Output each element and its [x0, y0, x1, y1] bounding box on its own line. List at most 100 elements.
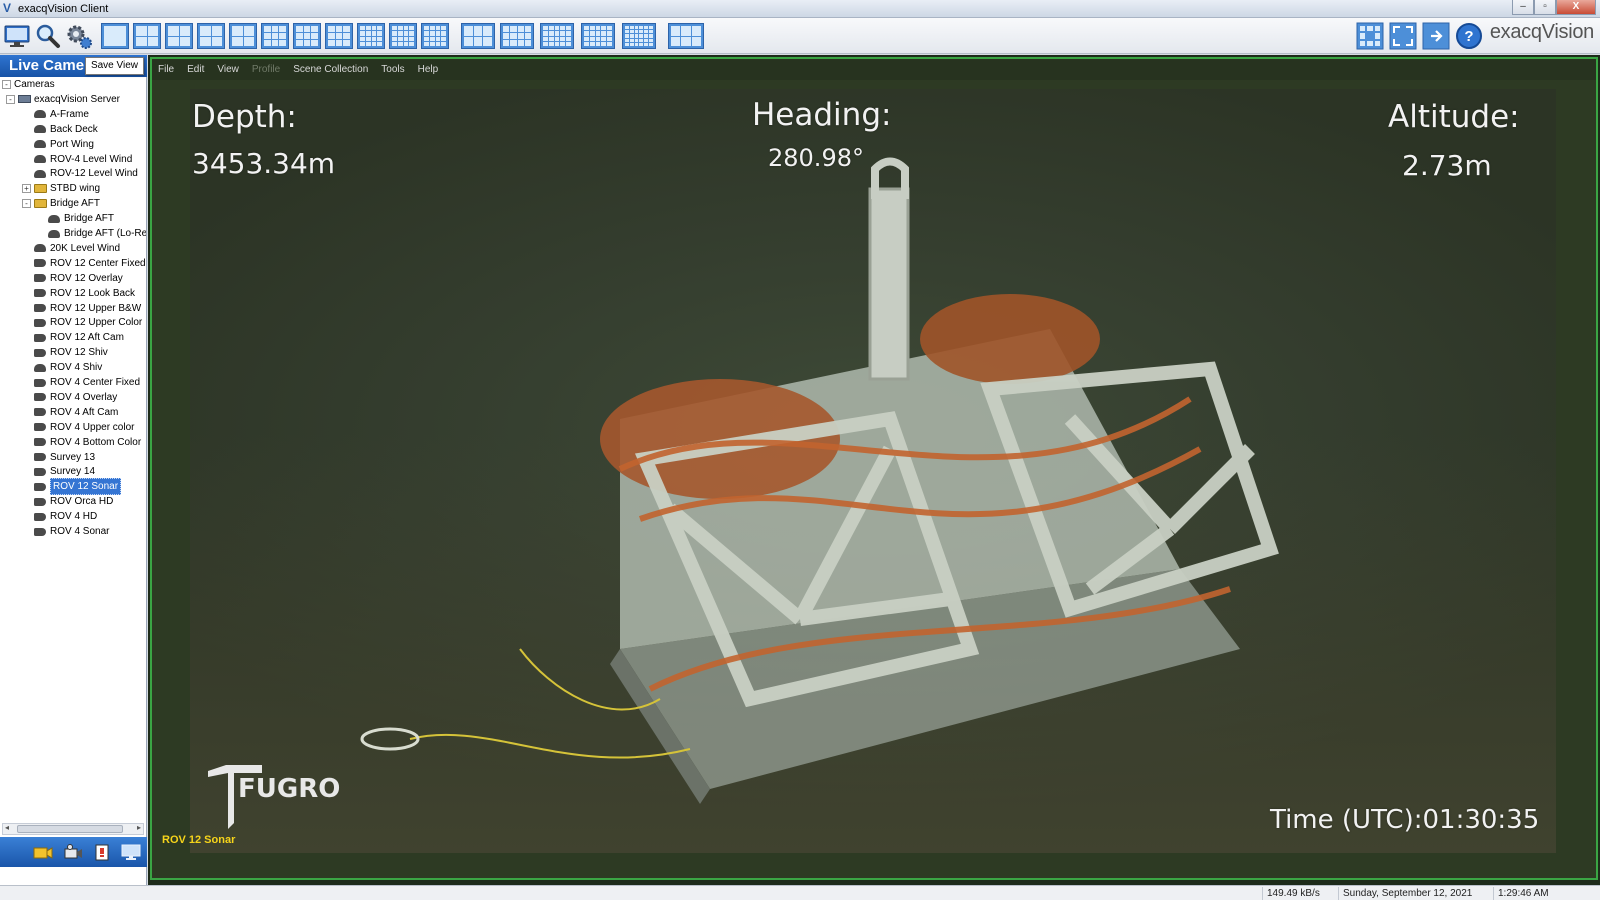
layout-button-17[interactable] [668, 23, 704, 49]
tree-item[interactable]: ROV 4 Bottom Color [22, 435, 141, 450]
video-camera-icon[interactable] [63, 844, 83, 861]
menu-help[interactable]: Help [418, 64, 439, 75]
gear-icon[interactable] [65, 22, 93, 50]
grid-view-icon[interactable] [1356, 22, 1384, 50]
layout-button-5[interactable] [229, 23, 257, 49]
layout-cell [397, 26, 403, 31]
layout-button-10[interactable] [389, 23, 417, 49]
tree-item[interactable]: ROV-4 Level Wind [22, 152, 132, 167]
layout-cell [464, 26, 473, 36]
collapse-icon[interactable]: - [6, 94, 15, 104]
layout-button-6[interactable] [261, 23, 289, 49]
layout-button-7[interactable] [293, 23, 321, 49]
tree-item[interactable]: ROV 4 HD [22, 509, 97, 524]
tree-item-label: ROV-4 Level Wind [50, 153, 133, 165]
tree-item[interactable]: ROV 12 Look Back [22, 286, 135, 301]
save-view-tooltip[interactable]: Save View [85, 57, 144, 75]
menu-tools[interactable]: Tools [381, 64, 404, 75]
scroll-right-icon[interactable]: ▸ [137, 823, 141, 832]
tree-item[interactable]: ROV 4 Center Fixed [22, 375, 140, 390]
tree-item[interactable]: Survey 13 [22, 450, 95, 465]
camera-icon [34, 482, 46, 491]
search-icon[interactable] [34, 22, 62, 50]
help-icon[interactable]: ? [1455, 22, 1483, 50]
tree-item[interactable]: - exacqVision Server [6, 92, 120, 107]
tree-item[interactable]: ROV 4 Shiv [22, 360, 102, 375]
tree-item[interactable]: + STBD wing [22, 181, 100, 196]
layout-cell [200, 36, 211, 46]
tree-item[interactable]: ROV 12 Upper B&W [22, 301, 141, 316]
maximize-button[interactable]: ▫ [1534, 0, 1556, 15]
layout-cell [625, 34, 629, 38]
tree-item[interactable]: Port Wing [22, 137, 94, 152]
layout-cell [543, 31, 548, 36]
tree-item[interactable]: Bridge AFT (Lo-Res) [38, 226, 146, 241]
camera-add-icon[interactable] [33, 844, 53, 861]
collapse-icon[interactable]: - [2, 80, 11, 89]
expand-icon[interactable]: + [22, 184, 31, 194]
scrollbar-thumb[interactable] [17, 825, 123, 833]
layout-button-2[interactable] [133, 23, 161, 49]
camera-icon [34, 333, 46, 342]
tree-item[interactable]: ROV Orca HD [22, 494, 113, 509]
menu-scene-collection[interactable]: Scene Collection [293, 64, 368, 75]
layout-cell [566, 36, 571, 41]
camera-name-label: ROV 12 Sonar [162, 834, 236, 846]
close-button[interactable]: X [1556, 0, 1596, 15]
tree-item[interactable]: ROV 12 Upper Color [22, 315, 142, 330]
horizontal-scrollbar[interactable]: ◂ ▸ [2, 823, 144, 835]
tree-item[interactable]: 20K Level Wind [22, 241, 120, 256]
layout-button-8[interactable] [325, 23, 353, 49]
tree-item-selected[interactable]: ROV 12 Sonar [22, 478, 122, 496]
tree-item[interactable]: A-Frame [22, 107, 89, 122]
layout-button-11[interactable] [421, 23, 449, 49]
layout-button-9[interactable] [357, 23, 385, 49]
layout-button-3[interactable] [165, 23, 193, 49]
tree-item[interactable]: ROV 4 Overlay [22, 390, 117, 405]
layout-button-1[interactable] [101, 23, 129, 49]
layout-button-16[interactable] [622, 23, 656, 49]
tree-item[interactable]: ROV 12 Overlay [22, 271, 123, 286]
dome-camera-icon [34, 244, 46, 253]
layout-cell [335, 40, 343, 46]
tree-item[interactable]: Back Deck [22, 122, 98, 137]
date-status: Sunday, September 12, 2021 [1338, 887, 1493, 900]
heading-value: 280.98° [768, 144, 864, 172]
tree-item[interactable]: ROV 12 Shiv [22, 345, 108, 360]
video-feed[interactable]: Depth: 3453.34m Heading: 280.98° Altitud… [190, 89, 1556, 853]
tree-item[interactable]: Bridge AFT [38, 211, 114, 226]
tree-item-label: Survey 13 [50, 451, 96, 463]
camera-icon [34, 304, 46, 312]
event-icon[interactable] [92, 844, 112, 861]
monitor-icon[interactable] [121, 844, 141, 861]
menu-edit[interactable]: Edit [187, 64, 204, 75]
next-view-icon[interactable] [1422, 22, 1450, 50]
layout-button-13[interactable] [500, 23, 534, 49]
layout-cell [147, 36, 158, 46]
tree-item[interactable]: - Cameras [2, 77, 55, 92]
tree-item[interactable]: - Bridge AFT [22, 196, 100, 211]
menu-file[interactable]: File [158, 64, 174, 75]
layout-cell [279, 33, 286, 39]
live-monitor-icon[interactable] [3, 22, 31, 50]
layout-button-15[interactable] [581, 23, 615, 49]
tree-item[interactable]: ROV 4 Aft Cam [22, 405, 118, 420]
fullscreen-icon[interactable] [1389, 22, 1417, 50]
layout-cell [365, 31, 371, 36]
layout-cell [634, 34, 639, 38]
tree-item[interactable]: ROV-12 Level Wind [22, 166, 138, 181]
scroll-left-icon[interactable]: ◂ [5, 823, 9, 832]
tree-item[interactable]: ROV 12 Center Fixed [22, 256, 146, 271]
minimize-button[interactable]: – [1512, 0, 1534, 15]
layout-button-12[interactable] [461, 23, 495, 49]
tree-item[interactable]: ROV 4 Upper color [22, 420, 134, 435]
tree-item[interactable]: ROV 4 Sonar [22, 524, 109, 539]
layout-button-4[interactable] [197, 23, 225, 49]
layout-button-14[interactable] [540, 23, 574, 49]
video-frame[interactable]: File Edit View Profile Scene Collection Tools… [150, 57, 1598, 880]
menu-view[interactable]: View [217, 64, 239, 75]
tree-item[interactable]: Survey 14 [22, 464, 95, 479]
tree-item[interactable]: ROV 12 Aft Cam [22, 330, 124, 345]
layout-cell [264, 33, 271, 39]
collapse-icon[interactable]: - [22, 199, 31, 209]
